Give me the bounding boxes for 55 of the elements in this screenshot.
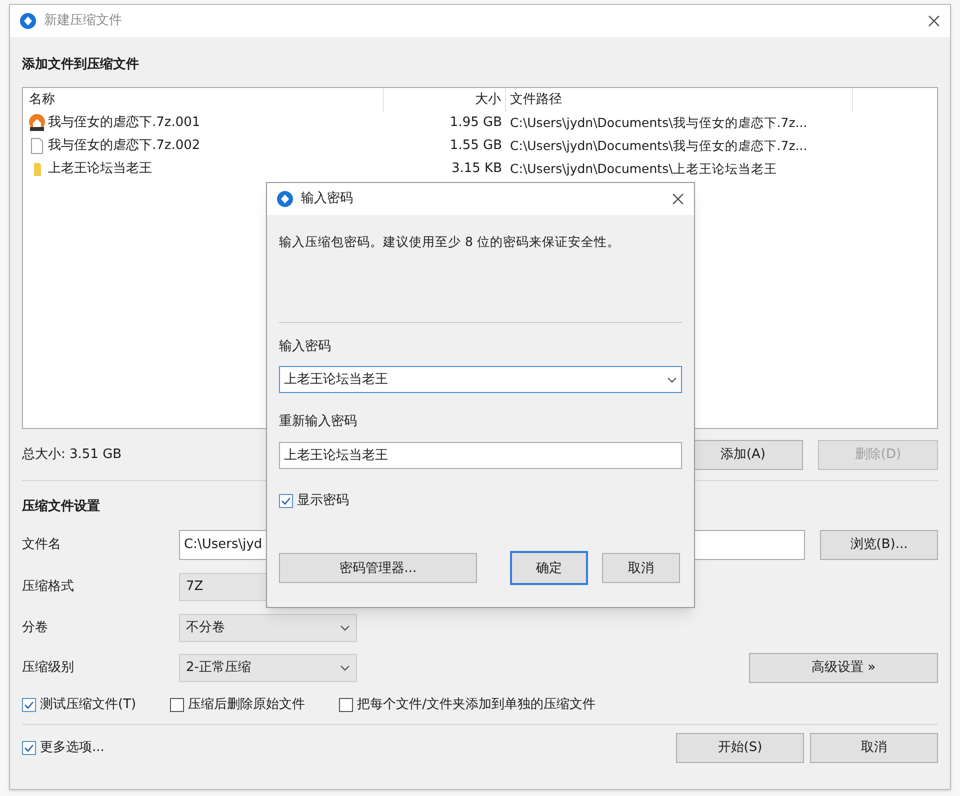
password-combo[interactable]: 上老王论坛当老王 bbox=[279, 366, 682, 394]
field-label: 输入密码 bbox=[279, 338, 331, 356]
level-select[interactable]: 2-正常压缩 bbox=[179, 654, 357, 682]
file-name: 我与侄女的虐恋下.7z.001 bbox=[48, 114, 200, 132]
field-label: 分卷 bbox=[22, 619, 49, 638]
checkbox-label: 压缩后删除原始文件 bbox=[188, 696, 306, 714]
chevron-down-icon bbox=[667, 376, 677, 383]
column-header[interactable]: 名称 bbox=[23, 88, 384, 112]
field-label: 压缩级别 bbox=[22, 659, 75, 678]
column-header[interactable]: 文件路径 bbox=[506, 88, 853, 112]
window-title: 新建压缩文件 bbox=[44, 12, 123, 30]
checkbox-label: 测试压缩文件(T) bbox=[40, 696, 136, 714]
close-icon[interactable] bbox=[672, 193, 684, 205]
total-size: 总大小: 3.51 GB bbox=[22, 446, 122, 462]
file-size: 1.95 GB bbox=[448, 114, 503, 132]
advanced-settings-button[interactable]: 高级设置 » bbox=[749, 653, 938, 683]
field-label: 重新输入密码 bbox=[279, 413, 357, 432]
dialog-button[interactable]: 确定 bbox=[510, 551, 588, 586]
chevron-down-icon bbox=[340, 665, 350, 671]
file-path: C:\Users\jydn\Documents\上老王论坛当老王 bbox=[509, 160, 778, 178]
browse-button[interactable]: 浏览(B)... bbox=[820, 530, 938, 560]
file-size: 1.55 GB bbox=[448, 137, 503, 156]
checkbox[interactable] bbox=[170, 698, 184, 712]
file-name: 我与侄女的虐恋下.7z.002 bbox=[48, 137, 200, 156]
checkbox[interactable] bbox=[22, 741, 36, 755]
checkbox-label: 把每个文件/文件夹添加到单独的压缩文件 bbox=[357, 696, 596, 714]
file-size: 3.15 KB bbox=[450, 160, 503, 178]
checkbox-label: 显示密码 bbox=[297, 492, 349, 510]
file-icon bbox=[28, 137, 46, 155]
app-icon bbox=[277, 191, 293, 207]
dialog-button[interactable]: 密码管理器... bbox=[279, 553, 477, 584]
checkbox[interactable] bbox=[22, 698, 36, 712]
section-title: 添加文件到压缩文件 bbox=[22, 56, 139, 74]
chevron-down-icon bbox=[340, 625, 350, 631]
footer-button[interactable]: 取消 bbox=[810, 733, 938, 763]
checkbox[interactable] bbox=[279, 494, 293, 508]
split-select[interactable]: 不分卷 bbox=[179, 614, 357, 642]
dialog-title: 输入密码 bbox=[301, 190, 354, 208]
confirm-password-field[interactable]: 上老王论坛当老王 bbox=[279, 442, 682, 469]
section-title: 压缩文件设置 bbox=[22, 498, 100, 516]
folder-icon bbox=[34, 162, 40, 176]
file-path: C:\Users\jydn\Documents\我与侄女的虐恋下.7z... bbox=[509, 136, 808, 155]
file-path: C:\Users\jydn\Documents\我与侄女的虐恋下.7z... bbox=[509, 114, 808, 132]
footer-button[interactable]: 开始(S) bbox=[676, 733, 804, 763]
column-header[interactable]: 大小 bbox=[384, 88, 506, 112]
dialog-button[interactable]: 取消 bbox=[602, 553, 680, 584]
checkbox[interactable] bbox=[339, 698, 354, 712]
archive-icon bbox=[28, 114, 46, 132]
field-label: 压缩格式 bbox=[22, 578, 75, 596]
file-name: 上老王论坛当老王 bbox=[48, 160, 152, 178]
close-icon[interactable] bbox=[928, 15, 940, 27]
checkbox-label: 更多选项... bbox=[40, 739, 104, 758]
field-label: 文件名 bbox=[22, 536, 62, 554]
dialog-message: 输入压缩包密码。建议使用至少 8 位的密码来保证安全性。 bbox=[279, 233, 620, 251]
app-icon bbox=[20, 13, 36, 29]
